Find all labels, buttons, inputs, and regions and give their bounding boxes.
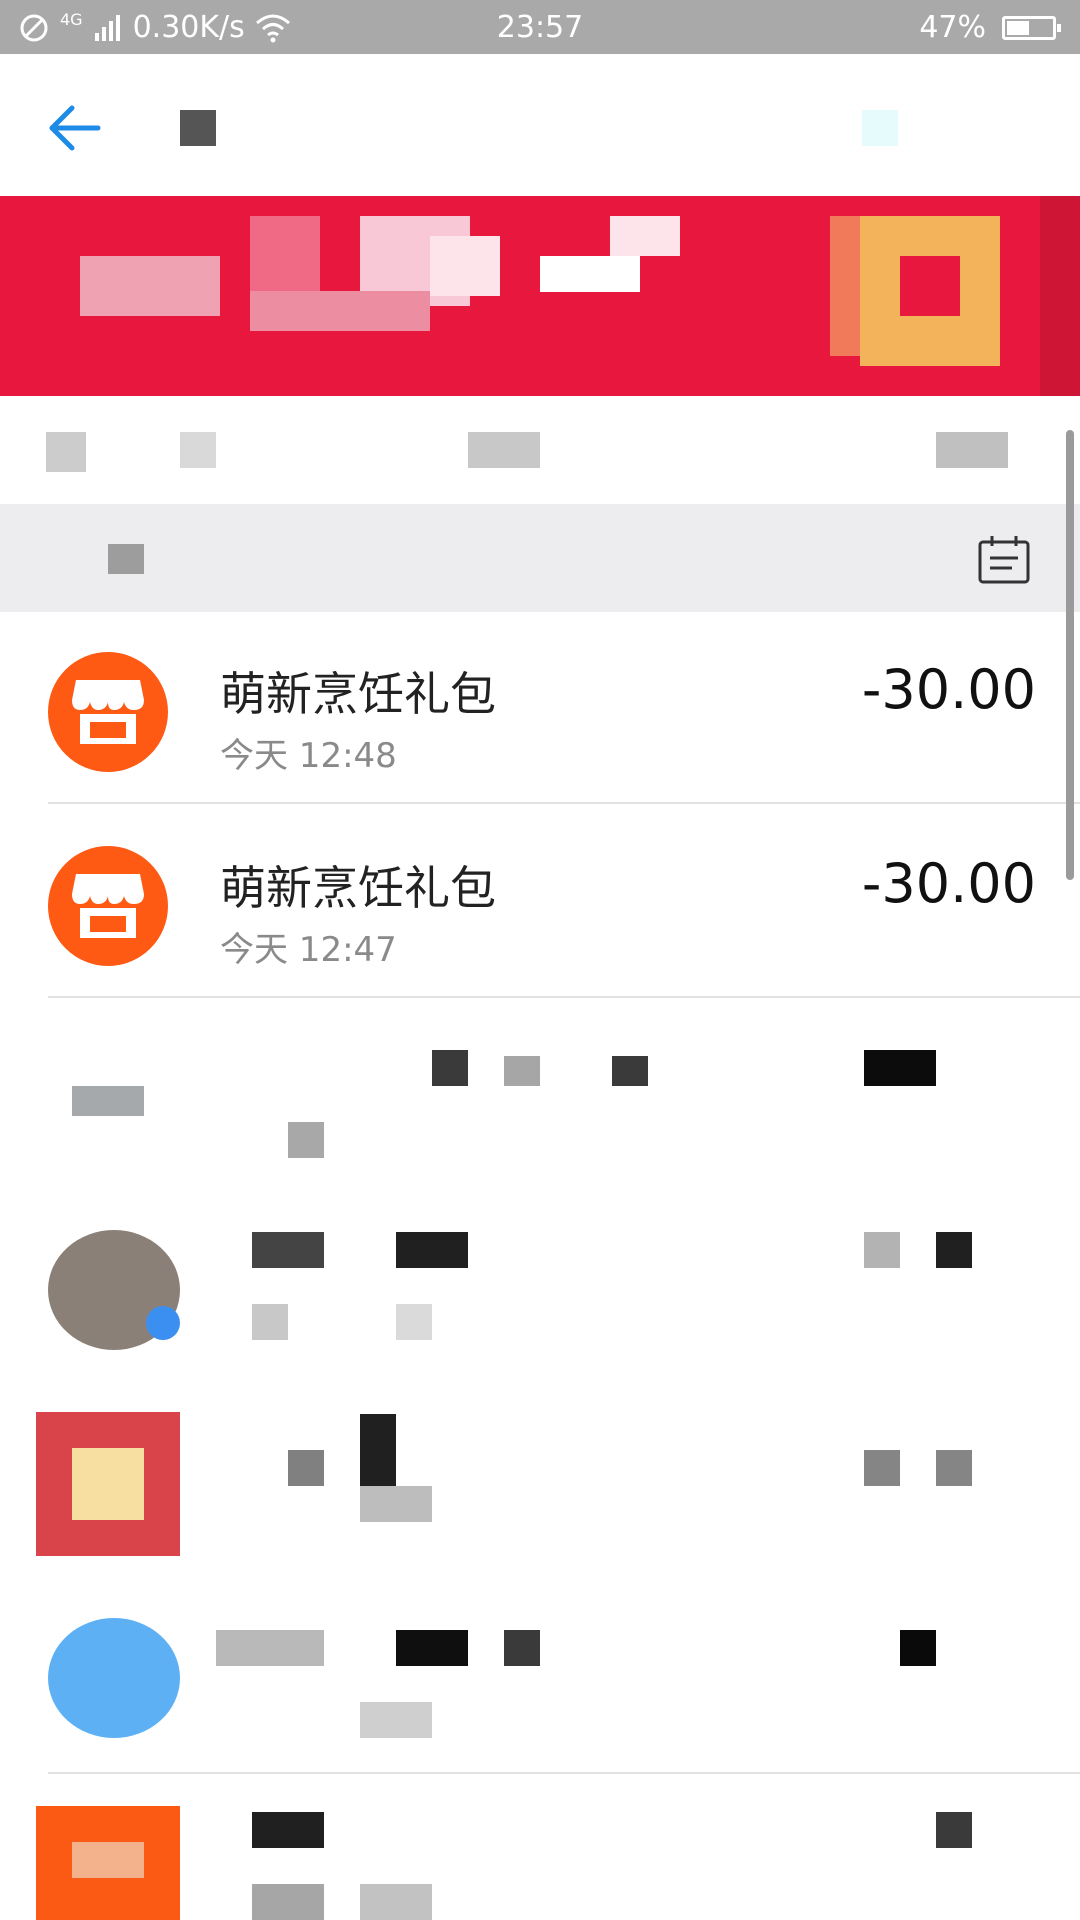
redacted-pixel bbox=[360, 1486, 432, 1522]
status-right: 47% bbox=[919, 10, 1061, 45]
redacted-pixel bbox=[396, 1630, 468, 1666]
transaction-row-redacted[interactable] bbox=[0, 1194, 1080, 1386]
transaction-row-redacted[interactable] bbox=[0, 1388, 1080, 1580]
redacted-pixel bbox=[396, 1232, 468, 1268]
redacted-pixel bbox=[72, 1448, 144, 1520]
filter-all-tab[interactable] bbox=[46, 432, 86, 472]
transaction-amount: -30.00 bbox=[861, 852, 1036, 915]
back-arrow-icon[interactable] bbox=[44, 98, 104, 158]
redacted-pixel bbox=[288, 1450, 324, 1486]
redacted-header-action[interactable] bbox=[862, 110, 898, 146]
transaction-amount: -30.00 bbox=[861, 658, 1036, 721]
divider bbox=[48, 996, 1080, 998]
transaction-name: 萌新烹饪礼包 bbox=[220, 861, 496, 915]
redacted-pixel bbox=[360, 1884, 432, 1920]
redacted-pixel bbox=[250, 291, 430, 331]
redacted-pixel bbox=[936, 1812, 972, 1848]
month-header bbox=[0, 504, 1080, 612]
transaction-time: 今天 12:47 bbox=[220, 930, 397, 970]
redacted-pixel bbox=[252, 1812, 324, 1848]
transaction-name: 萌新烹饪礼包 bbox=[220, 667, 496, 721]
redacted-pixel bbox=[540, 256, 640, 292]
status-bar: 4G 0.30K/s 23:57 47% bbox=[0, 0, 1080, 54]
month-label bbox=[108, 544, 144, 574]
redacted-title-block bbox=[180, 110, 216, 146]
redacted-pixel bbox=[612, 1056, 648, 1086]
redacted-pixel bbox=[396, 1304, 432, 1340]
transaction-time: 今天 12:48 bbox=[220, 736, 397, 776]
redacted-pixel bbox=[864, 1450, 900, 1486]
battery-percent: 47% bbox=[919, 10, 986, 45]
redacted-pixel bbox=[900, 1630, 936, 1666]
redacted-pixel bbox=[430, 236, 500, 296]
redacted-pixel bbox=[864, 1050, 936, 1086]
redacted-pixel bbox=[936, 1232, 972, 1268]
redacted-pixel bbox=[864, 1232, 900, 1268]
redacted-pixel bbox=[936, 1450, 972, 1486]
redacted-pixel bbox=[80, 256, 220, 316]
divider bbox=[48, 802, 1080, 804]
scrollbar[interactable] bbox=[1066, 430, 1074, 880]
filter-more-tab[interactable] bbox=[936, 432, 1008, 468]
banner-badge bbox=[860, 216, 1000, 366]
app-header bbox=[0, 54, 1080, 194]
redacted-pixel bbox=[72, 1842, 144, 1878]
redacted-pixel bbox=[504, 1630, 540, 1666]
clock: 23:57 bbox=[496, 10, 584, 45]
promo-banner[interactable] bbox=[0, 196, 1080, 396]
transaction-row[interactable]: 萌新烹饪礼包 今天 12:47 -30.00 bbox=[0, 806, 1080, 998]
redacted-avatar bbox=[48, 1618, 180, 1738]
divider bbox=[48, 1772, 1080, 1774]
redacted-pixel bbox=[432, 1050, 468, 1086]
filter-middle-tab[interactable] bbox=[468, 432, 540, 468]
verified-badge-icon bbox=[146, 1306, 180, 1340]
redacted-pixel bbox=[360, 1702, 432, 1738]
transaction-row-redacted[interactable] bbox=[0, 1000, 1080, 1192]
redacted-filter[interactable] bbox=[180, 432, 216, 468]
transaction-row-redacted[interactable] bbox=[0, 1776, 1080, 1920]
shop-icon bbox=[48, 652, 168, 772]
filter-bar bbox=[0, 398, 1080, 502]
redacted-pixel bbox=[610, 216, 680, 256]
redacted-pixel bbox=[360, 1414, 396, 1486]
redacted-pixel bbox=[252, 1884, 324, 1920]
redacted-pixel bbox=[216, 1630, 324, 1666]
battery-fill bbox=[1007, 20, 1029, 35]
redacted-pixel bbox=[252, 1304, 288, 1340]
redacted-avatar bbox=[72, 1086, 144, 1116]
redacted-pixel bbox=[288, 1122, 324, 1158]
transaction-row-redacted[interactable] bbox=[0, 1582, 1080, 1774]
battery-icon bbox=[1002, 15, 1061, 40]
shop-icon bbox=[48, 846, 168, 966]
redacted-pixel bbox=[1040, 196, 1080, 396]
calendar-icon[interactable] bbox=[976, 532, 1032, 588]
transaction-row[interactable]: 萌新烹饪礼包 今天 12:48 -30.00 bbox=[0, 612, 1080, 804]
redacted-pixel bbox=[252, 1232, 324, 1268]
redacted-pixel bbox=[504, 1056, 540, 1086]
